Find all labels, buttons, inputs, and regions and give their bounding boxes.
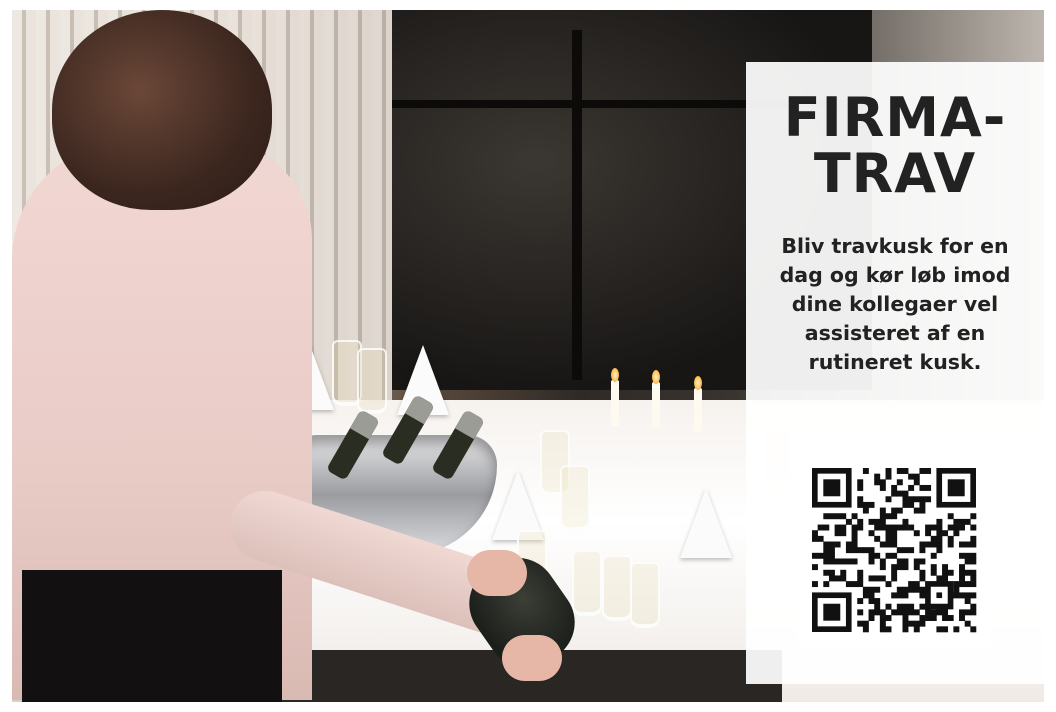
hand [502,635,562,681]
wine-glass [560,465,590,531]
candle [611,380,619,426]
champagne-flute [630,562,660,628]
wine-glass [357,348,387,414]
qr-code-icon [798,454,990,646]
candle [694,388,702,432]
waitress-apron [22,570,282,702]
candle [652,382,660,428]
promo-title-line-2: TRAV [813,142,977,205]
promo-title-line-1: FIRMA- [783,86,1007,149]
candle-flame [694,376,702,390]
candle-flame [611,368,619,382]
window-frame [572,30,582,380]
folded-napkin [680,488,732,558]
promo-panel: FIRMA- TRAV Bliv travkusk for en dag og … [746,62,1044,684]
promo-description: Bliv travkusk for en dag og kør løb imod… [779,234,1011,374]
promo-title: FIRMA- TRAV [746,90,1044,202]
hand [467,550,527,596]
photo-background: FIRMA- TRAV Bliv travkusk for en dag og … [12,10,1044,702]
champagne-flute [572,550,602,616]
candle-flame [652,370,660,384]
champagne-flute [602,555,632,621]
waitress-hair [52,10,272,210]
